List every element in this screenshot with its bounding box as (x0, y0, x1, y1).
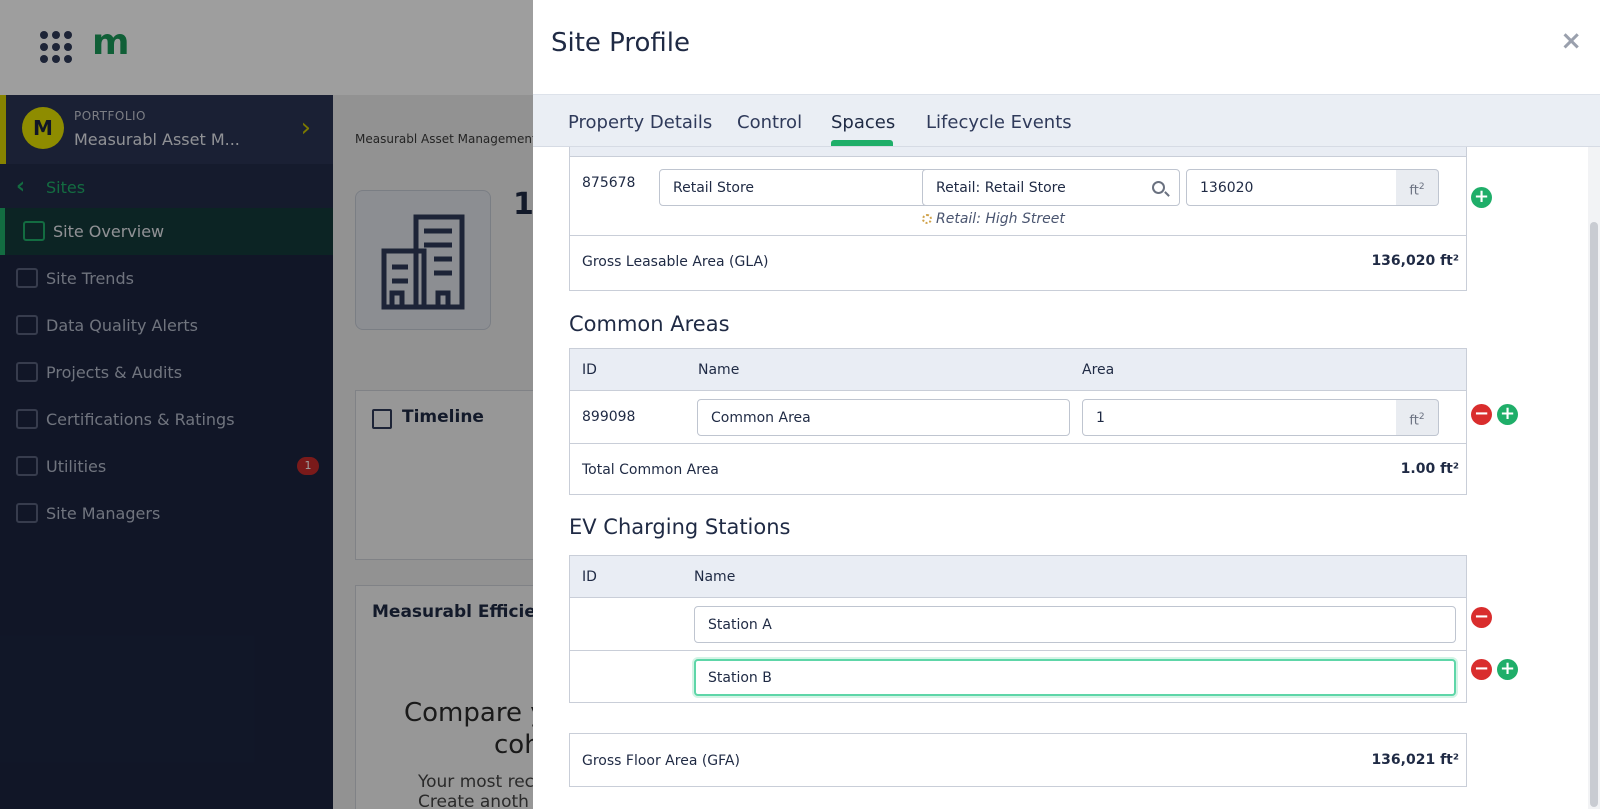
ev-stations-title: EV Charging Stations (569, 515, 791, 539)
site-profile-drawer: Site Profile × Property Details Control … (533, 0, 1600, 809)
header-name: Name (694, 569, 736, 585)
space-subtype: Retail: High Street (922, 211, 1065, 227)
table-total-row: Gross Leasable Area (GLA) 136,020 ft² (570, 235, 1466, 291)
header-id: ID (582, 362, 597, 378)
header-name: Name (698, 362, 740, 378)
close-icon[interactable]: × (1560, 26, 1582, 56)
loading-icon (922, 214, 932, 224)
tab-control[interactable]: Control (737, 112, 802, 133)
add-space-button[interactable]: + (1471, 187, 1492, 208)
add-station-button[interactable]: + (1497, 659, 1518, 680)
common-area-name-input[interactable]: Common Area (697, 399, 1070, 436)
gfa-table: Gross Floor Area (GFA) 136,021 ft² (569, 733, 1467, 787)
area-unit: ft2 (1396, 399, 1439, 436)
lettable-area-table: 875678 Retail Store Retail: Retail Store… (569, 147, 1467, 291)
active-tab-indicator (831, 140, 893, 146)
station-name-input[interactable]: Station B (694, 659, 1456, 696)
table-header: ID Name Area (570, 349, 1466, 390)
tab-property-details[interactable]: Property Details (568, 112, 712, 133)
scrollbar[interactable] (1588, 147, 1600, 809)
tab-lifecycle-events[interactable]: Lifecycle Events (926, 112, 1072, 133)
ev-stations-table: ID Name Station A Station B (569, 555, 1467, 703)
common-area-area-input[interactable]: 1 (1082, 399, 1398, 436)
spaces-content: 875678 Retail Store Retail: Retail Store… (533, 147, 1600, 809)
space-name-input[interactable]: Retail Store (659, 169, 944, 206)
common-areas-table: ID Name Area 899098 Common Area 1 ft2 To… (569, 348, 1467, 495)
area-unit: ft2 (1396, 169, 1439, 206)
station-name-input[interactable]: Station A (694, 606, 1456, 643)
space-type-input[interactable]: Retail: Retail Store (922, 169, 1180, 206)
total-common-area-value: 1.00 ft² (1400, 461, 1459, 477)
space-id: 875678 (582, 175, 636, 191)
remove-station-button[interactable]: − (1471, 607, 1492, 628)
table-row: Station B (570, 650, 1466, 703)
remove-common-area-button[interactable]: − (1471, 404, 1492, 425)
common-area-id: 899098 (582, 409, 636, 425)
tab-bar: Property Details Control Spaces Lifecycl… (533, 94, 1600, 147)
space-area-input[interactable]: 136020 (1186, 169, 1398, 206)
search-icon[interactable] (1152, 181, 1165, 194)
table-row: 875678 Retail Store Retail: Retail Store… (570, 156, 1466, 235)
gfa-value: 136,021 ft² (1371, 752, 1459, 768)
table-row: 899098 Common Area 1 ft2 (570, 390, 1466, 443)
table-total-row: Total Common Area 1.00 ft² (570, 443, 1466, 495)
table-header (570, 147, 1466, 156)
gla-label: Gross Leasable Area (GLA) (582, 254, 769, 270)
drawer-title: Site Profile (551, 28, 691, 58)
scrollbar-thumb[interactable] (1590, 222, 1598, 807)
gfa-label: Gross Floor Area (GFA) (582, 753, 740, 769)
header-area: Area (1082, 362, 1115, 378)
total-common-area-label: Total Common Area (582, 462, 719, 478)
table-header: ID Name (570, 556, 1466, 597)
tab-spaces[interactable]: Spaces (831, 112, 895, 133)
remove-station-button[interactable]: − (1471, 659, 1492, 680)
gla-value: 136,020 ft² (1371, 253, 1459, 269)
header-id: ID (582, 569, 597, 585)
table-row: Station A (570, 597, 1466, 650)
common-areas-title: Common Areas (569, 312, 730, 336)
add-common-area-button[interactable]: + (1497, 404, 1518, 425)
